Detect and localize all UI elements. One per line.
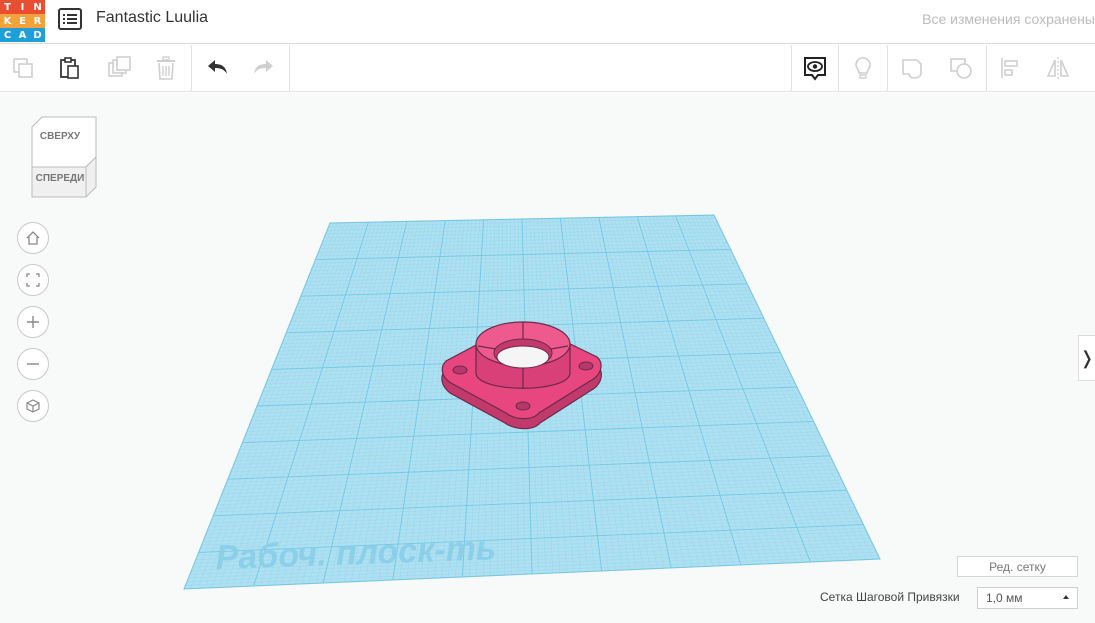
- lightbulb-icon: [855, 57, 871, 79]
- view-cube-top[interactable]: СВЕРХУ: [40, 131, 81, 142]
- logo-letter: K: [0, 14, 15, 28]
- logo-letter: E: [15, 14, 30, 28]
- notes-eye-icon: [804, 57, 826, 81]
- delete-button[interactable]: [143, 45, 189, 91]
- trash-icon: [157, 56, 175, 80]
- perspective-button[interactable]: [17, 390, 49, 422]
- duplicate-icon: [108, 56, 131, 77]
- logo-letter: R: [30, 14, 45, 28]
- group-button[interactable]: [889, 45, 935, 91]
- logo-letter: D: [30, 28, 45, 42]
- copy-button[interactable]: [0, 45, 46, 91]
- design-title[interactable]: Fantastic Luulia: [96, 9, 208, 27]
- zoom-in-icon: [27, 316, 39, 328]
- view-cube[interactable]: СВЕРХУ СПЕРЕДИ: [28, 113, 102, 199]
- chevron-right-icon: ❭: [1079, 347, 1095, 368]
- ungroup-icon: [950, 58, 972, 79]
- ungroup-button[interactable]: [938, 45, 984, 91]
- align-button[interactable]: [987, 45, 1033, 91]
- fit-view-button[interactable]: [17, 264, 49, 296]
- 3d-viewport[interactable]: Рабоч. плоск-ть СВЕРХУ СПЕРЕДИ ❭ Ред. се…: [0, 93, 1095, 623]
- tinkercad-logo[interactable]: T I N K E R C A D: [0, 0, 45, 42]
- logo-letter: T: [0, 0, 15, 14]
- snap-grid-select[interactable]: 1,0 мм: [977, 587, 1078, 609]
- workplane-scene: Рабоч. плоск-ть: [183, 214, 881, 590]
- toolbar-divider: [191, 45, 192, 91]
- logo-letter: A: [15, 28, 30, 42]
- logo-letter: I: [15, 0, 30, 14]
- toolbar-divider: [887, 45, 888, 91]
- perspective-icon: [26, 399, 40, 413]
- redo-button[interactable]: [241, 45, 287, 91]
- paste-button[interactable]: [46, 45, 92, 91]
- toolbar-divider: [838, 45, 839, 91]
- zoom-in-button[interactable]: [17, 306, 49, 338]
- fit-view-icon: [26, 273, 40, 287]
- toolbar-divider: [289, 45, 290, 91]
- logo-letter: C: [0, 28, 15, 42]
- hint-button[interactable]: [840, 45, 886, 91]
- design-list-icon[interactable]: [58, 8, 82, 30]
- caret-up-icon: [1063, 595, 1069, 599]
- snap-grid-label: Сетка Шаговой Привязки: [820, 590, 960, 604]
- mirror-icon: [1046, 57, 1070, 79]
- edit-grid-button[interactable]: Ред. сетку: [957, 556, 1078, 577]
- duplicate-button[interactable]: [96, 45, 142, 91]
- paste-icon: [60, 57, 79, 79]
- home-icon: [26, 231, 40, 245]
- zoom-out-button[interactable]: [17, 348, 49, 380]
- undo-button[interactable]: [194, 45, 240, 91]
- edit-toolbar: [0, 45, 1095, 92]
- logo-letter: N: [30, 0, 45, 14]
- mirror-button[interactable]: [1035, 45, 1081, 91]
- view-cube-front[interactable]: СПЕРЕДИ: [36, 173, 85, 184]
- snap-grid-value: 1,0 мм: [986, 591, 1023, 605]
- notes-toggle-button[interactable]: [792, 45, 838, 91]
- align-icon: [1001, 58, 1018, 78]
- group-icon: [902, 59, 922, 79]
- home-view-button[interactable]: [17, 222, 49, 254]
- redo-icon: [254, 60, 273, 74]
- side-panel-toggle[interactable]: ❭: [1078, 335, 1095, 381]
- copy-icon: [13, 58, 33, 78]
- save-status: Все изменения сохранены: [922, 11, 1095, 27]
- top-bar: T I N K E R C A D Fantastic Luulia Все и…: [0, 0, 1095, 44]
- undo-icon: [208, 60, 227, 74]
- zoom-out-icon: [27, 363, 39, 365]
